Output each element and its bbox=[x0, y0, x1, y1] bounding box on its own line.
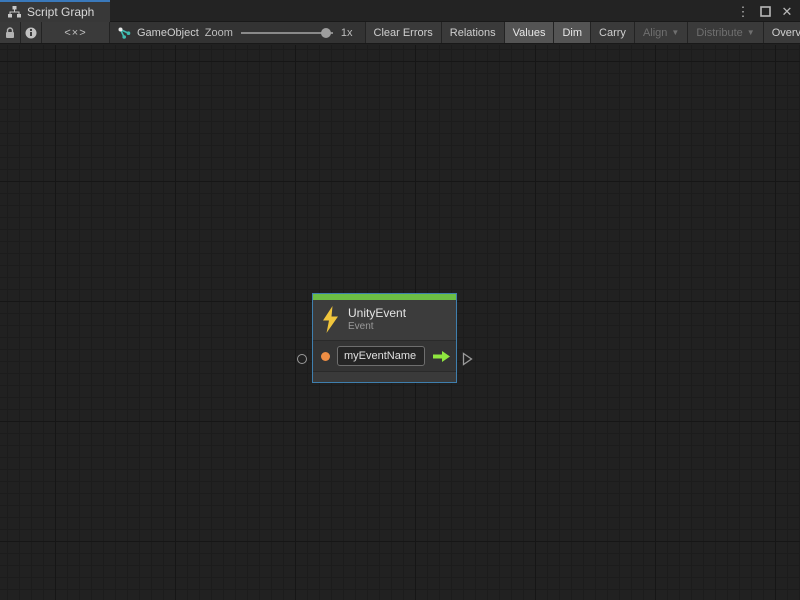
graph-toolbar: <×> GameObject Zoom 1x Cle bbox=[0, 22, 800, 44]
code-view-button[interactable]: <×> bbox=[42, 22, 110, 43]
clear-errors-button[interactable]: Clear Errors bbox=[366, 22, 442, 43]
script-graph-window: Script Graph ⋮ ✕ bbox=[0, 0, 800, 600]
unity-event-node[interactable]: UnityEvent Event bbox=[312, 293, 457, 383]
lock-icon bbox=[5, 27, 15, 39]
dim-toggle[interactable]: Dim bbox=[554, 22, 591, 43]
info-button[interactable] bbox=[21, 22, 42, 43]
chevron-down-icon: ▼ bbox=[747, 28, 755, 37]
toolbar-center: GameObject Zoom 1x bbox=[110, 22, 366, 43]
maximize-icon[interactable] bbox=[756, 2, 774, 20]
window-controls: ⋮ ✕ bbox=[734, 0, 796, 22]
lock-button[interactable] bbox=[0, 22, 21, 43]
tab-label: Script Graph bbox=[27, 5, 94, 19]
flow-output-arrow-icon[interactable] bbox=[432, 350, 451, 363]
code-icon: <×> bbox=[64, 27, 86, 39]
node-body[interactable]: UnityEvent Event bbox=[312, 293, 457, 383]
script-graph-asset-icon bbox=[118, 27, 131, 39]
value-input-port[interactable] bbox=[321, 352, 330, 361]
align-dropdown[interactable]: Align ▼ bbox=[635, 22, 688, 43]
overview-button[interactable]: Overv bbox=[764, 22, 800, 43]
zoom-slider-track[interactable] bbox=[241, 32, 333, 34]
distribute-dropdown[interactable]: Distribute ▼ bbox=[688, 22, 763, 43]
node-footer bbox=[313, 371, 456, 382]
menu-icon[interactable]: ⋮ bbox=[734, 2, 752, 20]
trigger-output-port[interactable] bbox=[462, 352, 473, 371]
node-header[interactable]: UnityEvent Event bbox=[313, 300, 456, 340]
lightning-bolt-icon bbox=[322, 306, 339, 333]
node-subtitle: Event bbox=[348, 321, 406, 333]
event-name-input[interactable] bbox=[337, 346, 425, 366]
trigger-input-port[interactable] bbox=[297, 354, 307, 364]
title-bar: Script Graph ⋮ ✕ bbox=[0, 0, 800, 22]
carry-toggle[interactable]: Carry bbox=[591, 22, 635, 43]
distribute-label: Distribute bbox=[696, 27, 742, 39]
node-title: UnityEvent bbox=[348, 306, 406, 321]
zoom-value: 1x bbox=[341, 27, 353, 39]
zoom-slider[interactable] bbox=[241, 27, 333, 39]
relations-button[interactable]: Relations bbox=[442, 22, 505, 43]
graph-target-label[interactable]: GameObject bbox=[137, 27, 199, 39]
zoom-control: Zoom 1x bbox=[205, 27, 357, 39]
values-toggle[interactable]: Values bbox=[505, 22, 555, 43]
node-port-row bbox=[313, 340, 456, 371]
align-label: Align bbox=[643, 27, 667, 39]
info-icon bbox=[25, 27, 37, 39]
tab-script-graph[interactable]: Script Graph bbox=[0, 0, 110, 22]
zoom-slider-knob[interactable] bbox=[321, 28, 331, 38]
graph-hierarchy-icon bbox=[8, 6, 21, 18]
graph-canvas[interactable]: UnityEvent Event bbox=[0, 45, 800, 600]
close-icon[interactable]: ✕ bbox=[778, 2, 796, 20]
zoom-label: Zoom bbox=[205, 27, 233, 39]
chevron-down-icon: ▼ bbox=[671, 28, 679, 37]
